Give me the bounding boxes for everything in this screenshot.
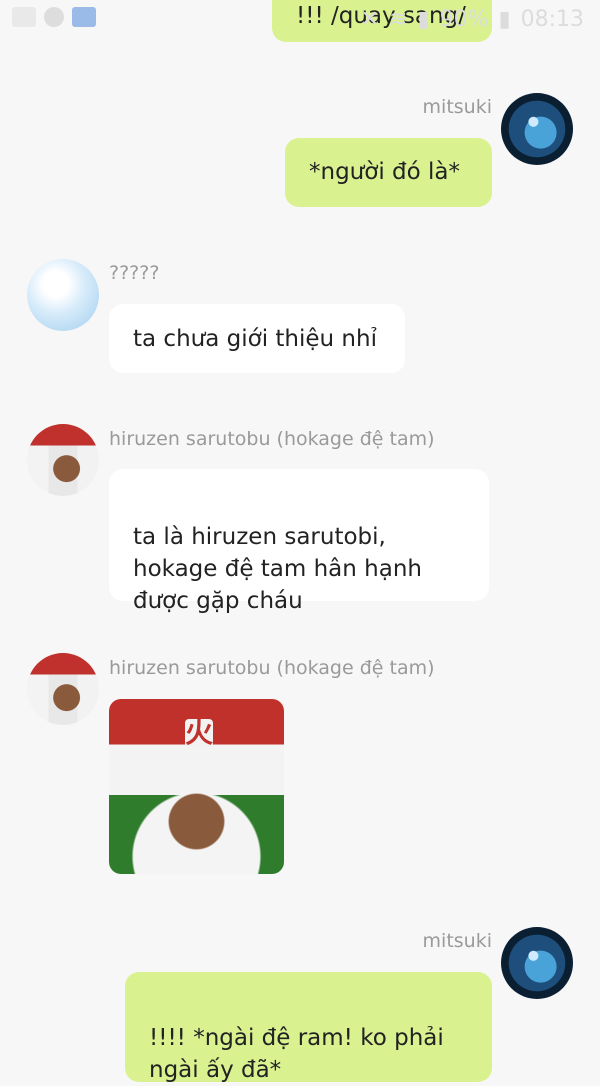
sender-name: ????? [109, 262, 160, 284]
battery-icon: ▮ [498, 7, 511, 32]
message-bubble[interactable]: ta chưa giới thiệu nhỉ [109, 304, 405, 373]
avatar[interactable] [501, 927, 573, 999]
message-text: ta chưa giới thiệu nhỉ [133, 326, 377, 352]
message-bubble[interactable]: !!!! *ngài đệ ram! ko phải ngài ấy đã* [125, 972, 492, 1083]
sender-name: hiruzen sarutobu (hokage đệ tam) [109, 657, 435, 679]
avatar[interactable] [27, 653, 99, 725]
message-text: ta là hiruzen sarutobi, hokage đệ tam hâ… [133, 524, 422, 614]
message-bubble[interactable]: *người đó là* [285, 138, 492, 207]
app-icon [72, 7, 96, 27]
avatar[interactable] [501, 93, 573, 165]
message-text: !!! /quay sang/ [296, 3, 466, 29]
sender-name: mitsuki [422, 96, 492, 118]
status-left-icons [12, 7, 96, 27]
message-text: *người đó là* [309, 159, 460, 185]
fire-kanji-mark: 火 [185, 716, 214, 749]
telegram-icon [44, 7, 64, 27]
message-text: !!!! *ngài đệ ram! ko phải ngài ấy đã* [149, 1025, 444, 1083]
message-bubble[interactable]: !!! /quay sang/ [272, 0, 492, 42]
sender-name: mitsuki [422, 930, 492, 952]
avatar[interactable] [27, 259, 99, 331]
youtube-icon [12, 7, 36, 27]
hokage-sticker[interactable]: 火 [109, 699, 284, 874]
avatar[interactable] [27, 424, 99, 496]
message-bubble[interactable]: ta là hiruzen sarutobi, hokage đệ tam hâ… [109, 469, 489, 614]
sender-name: hiruzen sarutobu (hokage đệ tam) [109, 428, 435, 450]
clock: 08:13 [520, 7, 584, 32]
